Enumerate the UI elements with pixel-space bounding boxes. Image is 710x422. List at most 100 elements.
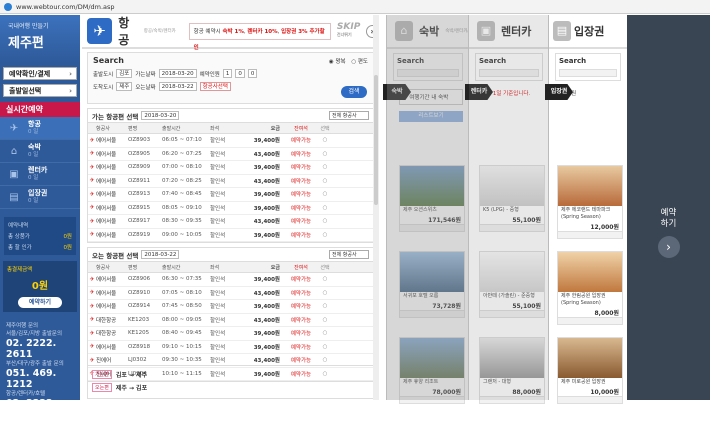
select-radio[interactable]: ○: [318, 317, 332, 323]
select-radio[interactable]: ○: [318, 330, 332, 336]
dep-city-select[interactable]: 김포: [116, 69, 133, 78]
flight-row[interactable]: ✈ 에어서울 OZ8915 08:05 ~ 09:10 할인석 39,400원 예약가능 ○: [88, 202, 373, 215]
flight-time: 08:30 ~ 09:35: [162, 218, 202, 225]
flight-time: 09:10 ~ 10:15: [162, 343, 202, 350]
availability: 예약가능: [290, 277, 312, 284]
return-date[interactable]: 2018-03-22: [141, 250, 180, 259]
sidebar-item-rentcar[interactable]: ▣ 렌터카 0 일: [0, 163, 80, 186]
contact-phone: 02. 2222. 2611: [6, 338, 57, 360]
flight-row[interactable]: ✈ 대한항공 KE1203 08:00 ~ 09:05 할인석 43,400원 예약가능 ○: [88, 314, 373, 327]
child-select[interactable]: 0: [235, 69, 245, 78]
skip-sublabel: 건너뛰기: [336, 32, 352, 37]
fare: 43,400원: [253, 290, 280, 297]
column-header[interactable]: 요금: [244, 125, 284, 132]
skip-label: SKIP: [336, 22, 361, 32]
flight-row[interactable]: ✈ 에어서울 OZ8914 07:45 ~ 08:50 할인석 39,400원 예약가능 ○: [88, 300, 373, 314]
column-header[interactable]: 편명: [128, 264, 162, 271]
flight-row[interactable]: ✈ 에어서울 OZ8905 06:20 ~ 07:25 할인석 43,400원 예약가능 ○: [88, 148, 373, 161]
select-radio[interactable]: ○: [318, 205, 332, 211]
flight-row[interactable]: ✈ 에어서울 OZ8910 07:05 ~ 08:10 할인석 43,400원 예약가능 ○: [88, 287, 373, 300]
outbound-airline-filter[interactable]: 전체 항공사: [329, 111, 369, 120]
arr-date-input[interactable]: 2018-03-22: [158, 82, 197, 91]
flight-row[interactable]: ✈ 에어서울 OZ8918 09:10 ~ 10:15 할인석 39,400원 예약가능 ○: [88, 341, 373, 354]
column-header[interactable]: 출발시간: [162, 125, 210, 132]
seat-class: 할인석: [210, 219, 226, 226]
ticket-thumbnail: [558, 338, 622, 378]
flight-subtitle: 항공/숙박/렌터카: [143, 29, 176, 34]
flight-panel-scrollbar[interactable]: [373, 15, 379, 400]
pax-label: 예약인원: [199, 71, 220, 78]
flight-number: LJ0302: [128, 357, 147, 364]
seat-class: 할인석: [210, 178, 226, 185]
flight-time: 07:40 ~ 08:45: [162, 191, 202, 198]
select-radio[interactable]: ○: [318, 151, 332, 157]
sidebar-item-hotel[interactable]: ⌂ 숙박 0 일: [0, 140, 80, 163]
select-radio[interactable]: ○: [318, 290, 332, 296]
column-header[interactable]: 잔여석: [284, 264, 318, 271]
airline-select[interactable]: 항공사선택: [199, 82, 231, 91]
flight-row[interactable]: ✈ 에어서울 OZ8911 07:20 ~ 08:25 할인석 43,400원 예약가능 ○: [88, 175, 373, 188]
seat-class: 할인석: [210, 232, 226, 239]
ticket-type-input[interactable]: [559, 69, 617, 77]
select-radio[interactable]: ○: [318, 344, 332, 350]
select-radio[interactable]: ○: [318, 178, 332, 184]
column-header[interactable]: 출발시간: [162, 264, 210, 271]
column-header[interactable]: 요금: [244, 264, 284, 271]
select-radio[interactable]: ○: [318, 357, 332, 363]
select-radio[interactable]: ○: [318, 137, 332, 143]
booking-next-button[interactable]: ›: [657, 236, 680, 258]
outbound-date[interactable]: 2018-03-20: [141, 111, 180, 120]
promo-banner: 항공 예약시 숙박 1%, 렌터카 10%, 입장권 3% 추가할인: [188, 22, 331, 51]
infant-select[interactable]: 0: [247, 69, 258, 78]
ticket-card[interactable]: 제주 미로공원 입장권 10,000원: [557, 337, 623, 404]
select-radio[interactable]: ○: [318, 191, 332, 197]
sidebar-item-ticket[interactable]: ▤ 입장권 0 일: [0, 186, 80, 209]
flight-row[interactable]: ✈ 에어서울 OZ8903 06:05 ~ 07:10 할인석 39,400원 예약가능 ○: [88, 134, 373, 148]
ticket-title: 입장권: [574, 25, 605, 38]
ticket-card[interactable]: 제주 에코랜드 테마파크 (Spring Season) 12,000원: [557, 165, 623, 239]
column-header[interactable]: 잔여석: [284, 125, 318, 132]
outbound-title: 가는 항공편 선택: [92, 112, 139, 121]
airline-name: 진에어: [96, 358, 112, 365]
oneway-radio[interactable]: ○ 편도: [351, 59, 368, 65]
ticket-tab[interactable]: 입장권: [545, 84, 573, 100]
flight-row[interactable]: ✈ 에어서울 OZ8919 09:00 ~ 10:05 할인석 39,400원 예약가능 ○: [88, 229, 373, 242]
contact-phone: 02. 2222. 2633: [6, 398, 57, 420]
pay-button[interactable]: 예약하기: [18, 297, 62, 308]
return-airline-filter[interactable]: 전체 항공사: [329, 250, 369, 259]
roundtrip-radio[interactable]: ◉ 왕복: [329, 59, 346, 65]
ticket-card-name: 제주 미로공원 입장권: [561, 379, 606, 385]
address-url[interactable]: www.webtour.com/DM/dm.asp: [16, 3, 115, 11]
select-radio[interactable]: ○: [318, 276, 332, 282]
browser-address-bar[interactable]: www.webtour.com/DM/dm.asp: [0, 0, 710, 14]
flight-row[interactable]: ✈ 에어서울 OZ8913 07:40 ~ 08:45 할인석 39,400원 예약가능 ○: [88, 188, 373, 202]
column-header[interactable]: 편명: [128, 125, 162, 132]
contact-label: 서울/김포/지방 출발문의: [6, 331, 63, 337]
select-radio[interactable]: ○: [318, 303, 332, 309]
column-header[interactable]: 항공사: [96, 264, 128, 271]
select-radio[interactable]: ○: [318, 164, 332, 170]
column-header[interactable]: 좌석: [210, 125, 244, 132]
sidebar-item-flight[interactable]: ✈ 항공 0 일: [0, 117, 80, 140]
flight-number: OZ8914: [128, 303, 151, 310]
select-radio[interactable]: ○: [318, 218, 332, 224]
airline-logo-icon: ✈: [89, 204, 95, 212]
flight-row[interactable]: ✈ 에어서울 OZ8906 06:30 ~ 07:35 할인석 39,400원 예약가능 ○: [88, 273, 373, 287]
flight-row[interactable]: ✈ 대한항공 KE1205 08:40 ~ 09:45 할인석 39,400원 예약가능 ○: [88, 327, 373, 341]
reserve-check-button[interactable]: 예약확인/결제: [3, 67, 77, 80]
column-header: 선택: [320, 264, 330, 271]
depart-date-button[interactable]: 출발일선택: [3, 84, 77, 97]
flight-row[interactable]: ✈ 에어서울 OZ8909 07:00 ~ 08:10 할인석 39,400원 예약가능 ○: [88, 161, 373, 175]
select-radio[interactable]: ○: [318, 232, 332, 238]
dep-date-input[interactable]: 2018-03-20: [158, 69, 197, 78]
column-header[interactable]: 좌석: [210, 264, 244, 271]
column-header[interactable]: 항공사: [96, 125, 128, 132]
skip-button[interactable]: SKIP 건너뛰기: [337, 23, 360, 39]
search-button[interactable]: 검색: [341, 86, 367, 98]
flight-header: ✈ 항공 항공/숙박/렌터카 항공 예약시 숙박 1%, 렌터카 10%, 입장…: [82, 15, 380, 51]
flight-row[interactable]: ✈ 에어서울 OZ8917 08:30 ~ 09:35 할인석 43,400원 예약가능 ○: [88, 215, 373, 229]
adult-select[interactable]: 1: [222, 69, 233, 78]
airline-logo-icon: ✈: [89, 329, 95, 337]
ticket-card[interactable]: 제주 한림공원 입장권 (Spring Season) 8,000원: [557, 251, 623, 325]
arr-city-select[interactable]: 제주: [116, 82, 133, 91]
